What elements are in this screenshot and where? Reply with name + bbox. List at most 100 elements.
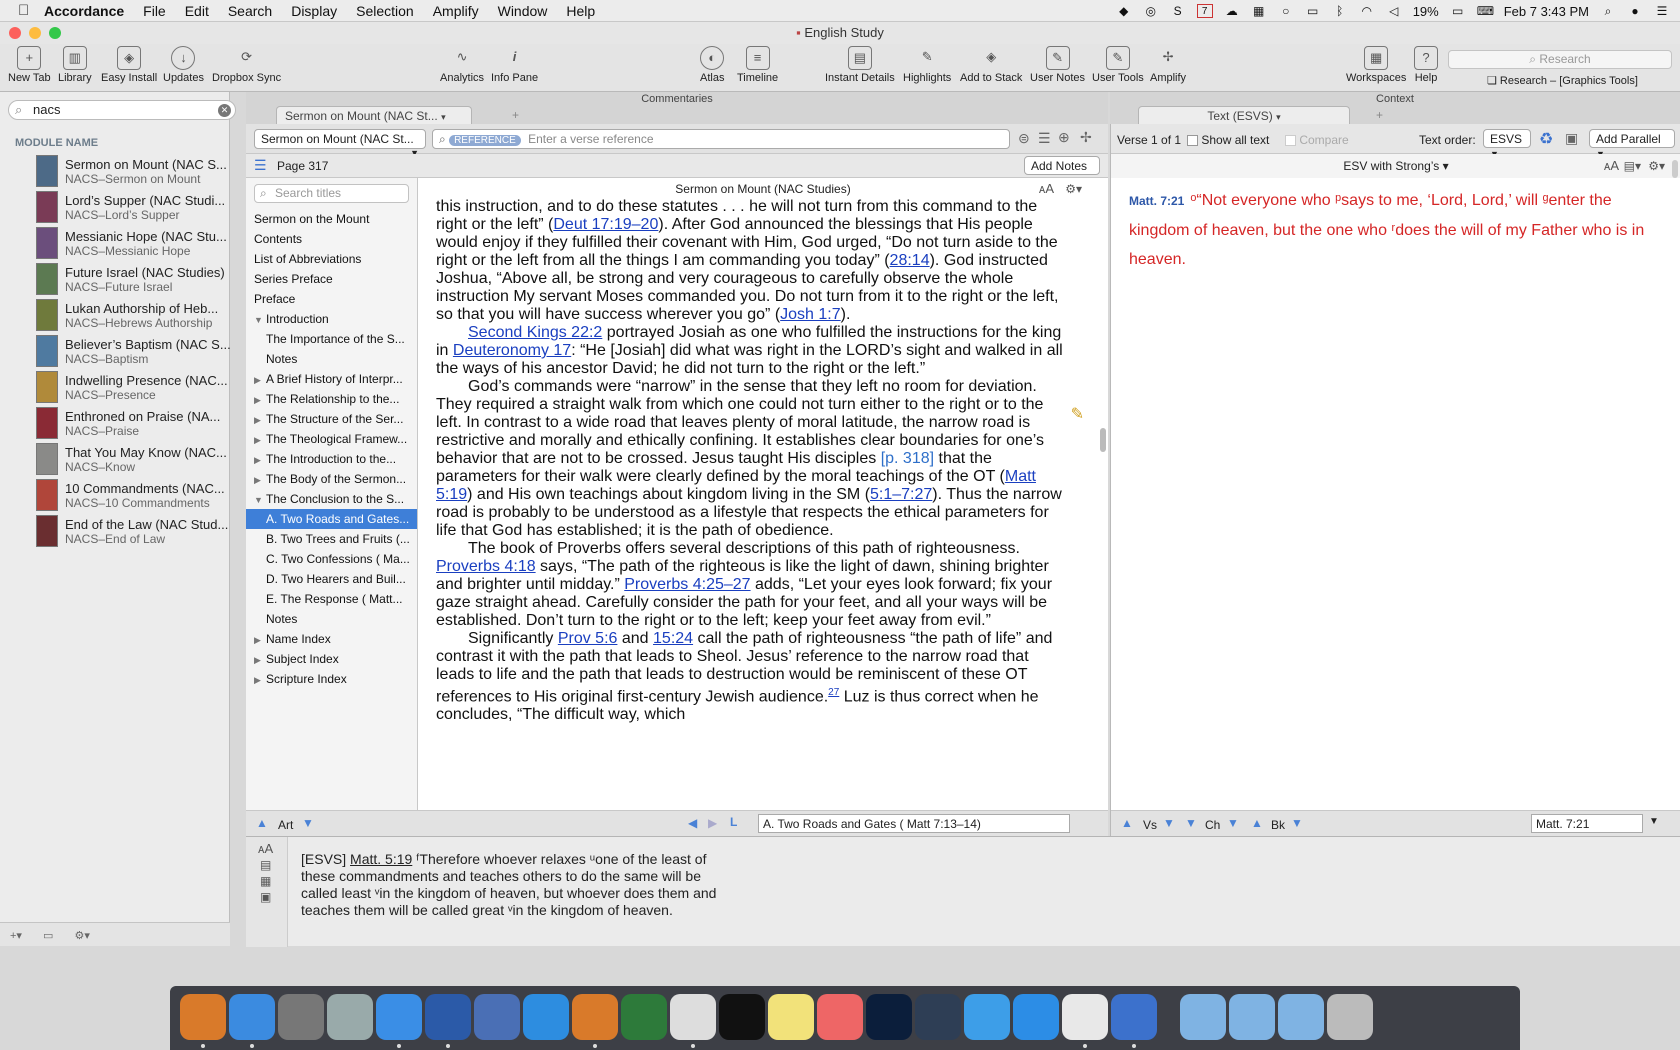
library-button[interactable]: ▥ Library <box>58 46 92 84</box>
add-icon[interactable]: +▾ <box>10 930 22 942</box>
disclosure-triangle-icon[interactable]: ▶ <box>254 410 266 429</box>
toc-search-input[interactable]: ⌕ Search titles <box>254 184 409 203</box>
close-window-button[interactable] <box>9 27 21 39</box>
amplify-icon[interactable]: ✢ <box>1080 129 1092 146</box>
disclosure-triangle-icon[interactable]: ▶ <box>254 430 266 449</box>
list-icon[interactable]: ☰ <box>1038 130 1051 147</box>
timeline-button[interactable]: ≡ Timeline <box>737 46 778 84</box>
gear-icon[interactable]: ⚙▾ <box>1648 154 1665 178</box>
verse-reference-search[interactable]: ⌕ REFERENCE Enter a verse reference <box>432 129 1010 149</box>
add-icon[interactable]: ⊕ <box>1058 129 1070 146</box>
cloud-icon[interactable]: ☁ <box>1224 4 1240 18</box>
search-options-icon[interactable]: ⊜ <box>1018 130 1030 147</box>
help-button[interactable]: ? Help <box>1414 46 1438 84</box>
menu-help[interactable]: Help <box>566 3 595 19</box>
scripture-link[interactable]: 28:14 <box>890 252 930 269</box>
apple-icon[interactable]:  <box>18 2 44 19</box>
scripture-link[interactable]: Prov 5:6 <box>558 630 618 647</box>
toc-item[interactable]: ▶ The Theological Framew... <box>246 429 417 449</box>
new-tab-button[interactable]: + New Tab <box>8 46 51 84</box>
toc-item[interactable]: D. Two Hearers and Buil... <box>246 569 417 589</box>
documents-folder-icon[interactable] <box>1229 994 1275 1040</box>
search-mode-pill[interactable]: REFERENCE <box>449 135 521 146</box>
toc-item[interactable]: A. Two Roads and Gates... <box>246 509 417 529</box>
menu-search[interactable]: Search <box>228 3 272 19</box>
toc-item[interactable]: Series Preface <box>246 269 417 289</box>
font-size-icon[interactable]: ᴀA <box>1604 154 1619 178</box>
toc-item[interactable]: Notes <box>246 349 417 369</box>
scripture-link[interactable]: Deut 17:19–20 <box>553 216 658 233</box>
scripture-link[interactable]: 15:24 <box>653 630 693 647</box>
add-parallel-button[interactable]: Add Parallel ▼ <box>1589 129 1675 159</box>
module-item[interactable]: Enthroned on Praise (NA... NACS–Praise <box>36 405 230 441</box>
scrivener-icon[interactable] <box>670 994 716 1040</box>
toc-item[interactable]: Notes <box>246 609 417 629</box>
easy-install-button[interactable]: ◈ Easy Install <box>101 46 157 84</box>
scrollbar[interactable] <box>1672 160 1678 178</box>
grid-icon[interactable]: ▦ <box>1251 4 1267 18</box>
tab-sermon-on-mount[interactable]: Sermon on Mount (NAC St... ▾ <box>276 106 472 124</box>
applications-folder-icon[interactable] <box>1180 994 1226 1040</box>
disclosure-triangle-icon[interactable]: ▶ <box>254 390 266 409</box>
next-chapter-icon[interactable]: ▼ <box>1227 816 1239 830</box>
pencil-icon[interactable]: ✎ <box>1071 404 1084 424</box>
add-tab-icon[interactable]: + <box>1376 108 1383 122</box>
location-marker-icon[interactable]: L <box>730 815 737 829</box>
scripture-link[interactable]: Proverbs 4:25–27 <box>624 576 750 593</box>
updates-button[interactable]: ↓ Updates <box>163 46 204 84</box>
tab-text-esvs[interactable]: Text (ESVS) ▾ <box>1138 106 1350 124</box>
compare-checkbox[interactable]: Compare <box>1285 133 1349 147</box>
chrome-icon[interactable] <box>1062 994 1108 1040</box>
module-name-popup[interactable]: ESV with Strong’s ▾ <box>1343 159 1448 173</box>
info-pane-button[interactable]: i Info Pane <box>491 46 538 84</box>
instant-reference[interactable]: Matt. 5:19 <box>350 851 412 867</box>
disclosure-triangle-icon[interactable]: ▶ <box>254 630 266 649</box>
keynote-icon[interactable] <box>474 994 520 1040</box>
accordance-icon[interactable] <box>180 994 226 1040</box>
disclosure-triangle-icon[interactable]: ▼ <box>254 310 266 329</box>
disclosure-triangle-icon[interactable]: ▶ <box>254 650 266 669</box>
location-field[interactable]: A. Two Roads and Gates ( Matt 7:13–14) <box>758 814 1070 833</box>
photoshop-icon[interactable] <box>866 994 912 1040</box>
toc-item[interactable]: ▶ A Brief History of Interpr... <box>246 369 417 389</box>
dropbox-sync-button[interactable]: ⟳ Dropbox Sync <box>212 46 281 84</box>
notification-center-icon[interactable]: ☰ <box>1654 4 1670 18</box>
module-item[interactable]: That You May Know (NAC... NACS–Know <box>36 441 230 477</box>
module-item[interactable]: Indwelling Presence (NAC... NACS–Presence <box>36 369 230 405</box>
toc-item[interactable]: List of Abbreviations <box>246 249 417 269</box>
analytics-button[interactable]: ∿ Analytics <box>440 46 484 84</box>
recycle-icon[interactable]: ♻ <box>1539 129 1553 149</box>
battery-icon[interactable]: ▭ <box>1450 4 1466 18</box>
toc-item[interactable]: B. Two Trees and Fruits (... <box>246 529 417 549</box>
amplify-button[interactable]: ✢ Amplify <box>1150 46 1186 84</box>
font-size-icon[interactable]: ᴀA <box>258 841 287 856</box>
scripture-link[interactable]: Proverbs 4:18 <box>436 558 536 575</box>
notes-icon[interactable] <box>768 994 814 1040</box>
minimize-window-button[interactable] <box>29 27 41 39</box>
gear-icon[interactable]: ⚙▾ <box>1065 178 1082 200</box>
scripture-link[interactable]: 5:1–7:27 <box>870 486 932 503</box>
disclosure-triangle-icon[interactable]: ▶ <box>254 670 266 689</box>
accordance-2-icon[interactable] <box>572 994 618 1040</box>
menu-edit[interactable]: Edit <box>185 3 209 19</box>
bluetooth-icon[interactable]: ᛒ <box>1332 4 1348 18</box>
support-icon[interactable] <box>523 994 569 1040</box>
toc-item[interactable]: ▶ The Body of the Sermon... <box>246 469 417 489</box>
finder-icon[interactable] <box>229 994 275 1040</box>
menu-amplify[interactable]: Amplify <box>433 3 479 19</box>
menu-display[interactable]: Display <box>291 3 337 19</box>
module-item[interactable]: Future Israel (NAC Studies) NACS–Future I… <box>36 261 230 297</box>
toc-item[interactable]: The Importance of the S... <box>246 329 417 349</box>
workspaces-button[interactable]: ▦ Workspaces <box>1346 46 1406 84</box>
toc-item[interactable]: ▶ The Relationship to the... <box>246 389 417 409</box>
toc-icon[interactable]: ☰ <box>254 157 267 174</box>
module-item[interactable]: 10 Commandments (NAC... NACS–10 Commandme… <box>36 477 230 513</box>
layout-icon[interactable]: ▣ <box>1565 130 1578 147</box>
module-item[interactable]: Messianic Hope (NAC Stu... NACS–Messianic… <box>36 225 230 261</box>
toc-item[interactable]: ▼ The Conclusion to the S... <box>246 489 417 509</box>
disclosure-triangle-icon[interactable]: ▶ <box>254 450 266 469</box>
clear-search-icon[interactable]: ✕ <box>218 104 231 117</box>
display-options-icon[interactable]: ▤▾ <box>1624 154 1641 178</box>
circle-icon[interactable]: ○ <box>1278 4 1294 18</box>
module-item[interactable]: Lukan Authorship of Heb... NACS–Hebrews A… <box>36 297 230 333</box>
